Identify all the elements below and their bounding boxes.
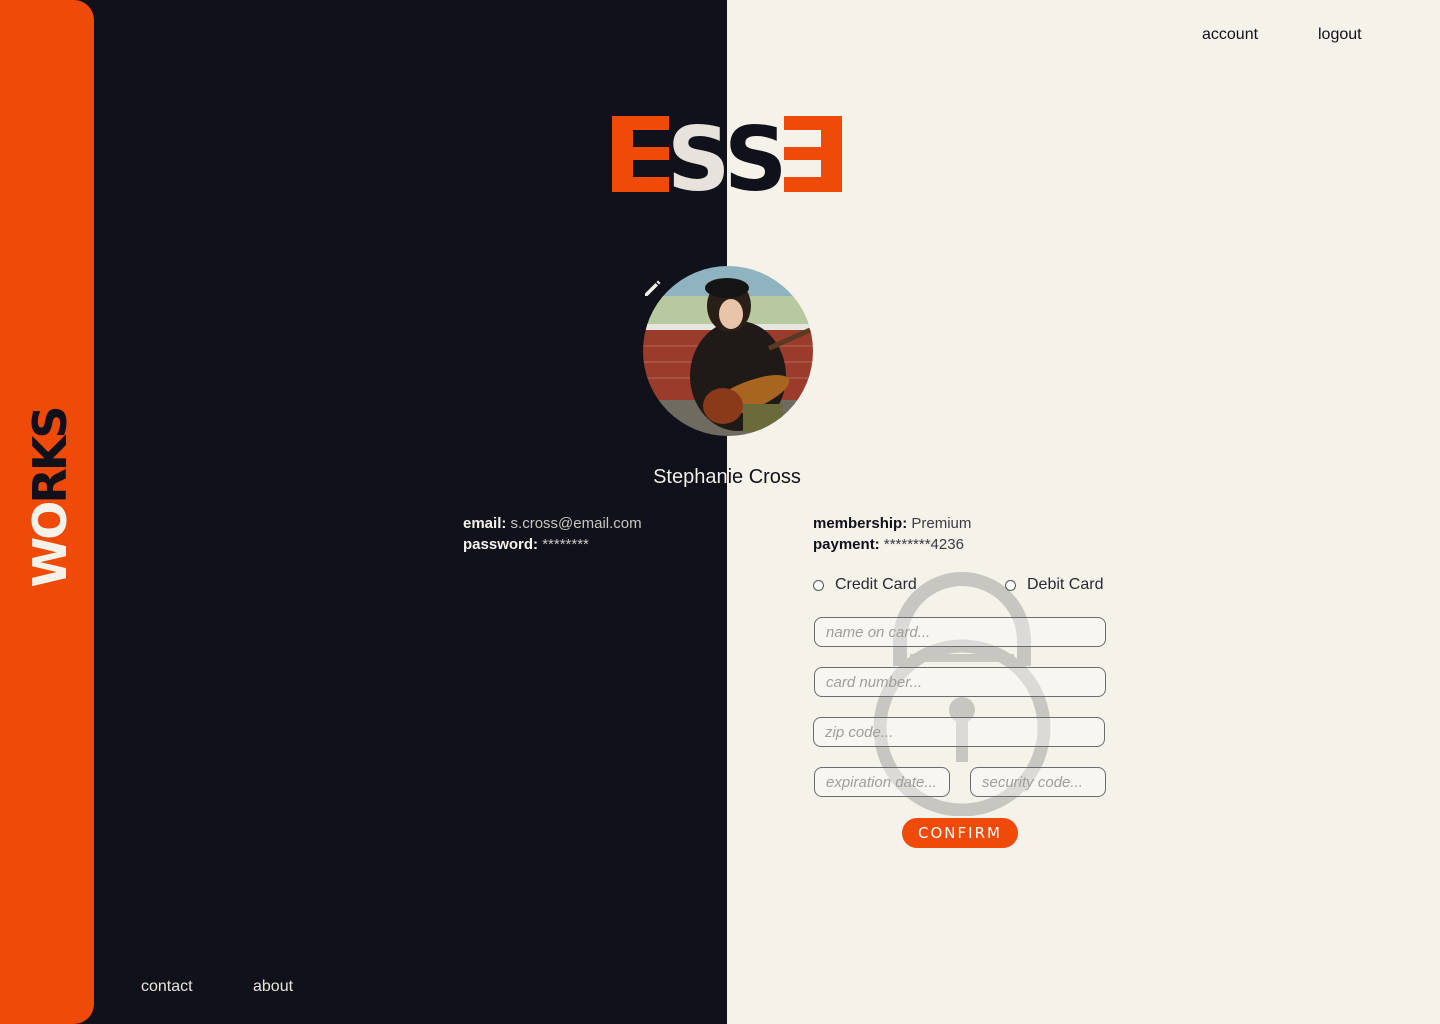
nav-account-link[interactable]: account: [1202, 26, 1258, 44]
password-value: ********: [542, 536, 589, 553]
zip-code-input[interactable]: [813, 717, 1105, 747]
payment-label: payment:: [813, 536, 880, 553]
expiration-date-input[interactable]: [814, 767, 950, 797]
esse-logo: S S: [612, 116, 842, 192]
svg-text:S: S: [667, 116, 724, 192]
card-number-input[interactable]: [814, 667, 1106, 697]
email-label: email:: [463, 515, 507, 532]
credit-card-label: Credit Card: [835, 576, 917, 593]
nav-about-link[interactable]: about: [253, 978, 293, 996]
email-row: email: s.cross@email.com: [463, 513, 642, 534]
user-name: Stephanie Cross: [653, 466, 801, 488]
payment-value: ********4236: [883, 536, 964, 553]
nav-contact-link[interactable]: contact: [141, 978, 193, 996]
credit-card-radio[interactable]: Credit Card: [813, 576, 917, 594]
membership-row: membership: Premium: [813, 513, 971, 534]
side-bar: WORKS: [0, 0, 94, 1024]
name-on-card-input[interactable]: [814, 617, 1106, 647]
password-label: password:: [463, 536, 539, 553]
email-value: s.cross@email.com: [510, 515, 642, 532]
wordmark-part-2: RKS: [23, 408, 77, 504]
works-wordmark: WORKS: [23, 408, 77, 587]
debit-radio-circle[interactable]: [1005, 579, 1016, 591]
debit-card-radio[interactable]: Debit Card: [1005, 576, 1103, 594]
account-info: email: s.cross@email.com password: *****…: [463, 513, 642, 555]
confirm-button[interactable]: CONFIRM: [902, 818, 1018, 848]
pencil-icon[interactable]: [641, 276, 665, 300]
wordmark-part-1: WO: [23, 503, 77, 588]
security-code-input[interactable]: [970, 767, 1106, 797]
payment-row: payment: ********4236: [813, 534, 971, 555]
nav-logout-link[interactable]: logout: [1318, 26, 1362, 44]
credit-radio-circle[interactable]: [813, 579, 824, 591]
password-row: password: ********: [463, 534, 642, 555]
membership-label: membership:: [813, 515, 908, 532]
membership-value: Premium: [911, 515, 972, 532]
profile-avatar[interactable]: [643, 266, 813, 436]
avatar-photo: [643, 266, 813, 436]
svg-text:S: S: [724, 116, 781, 192]
membership-info: membership: Premium payment: ********423…: [813, 513, 971, 555]
debit-card-label: Debit Card: [1027, 576, 1104, 593]
